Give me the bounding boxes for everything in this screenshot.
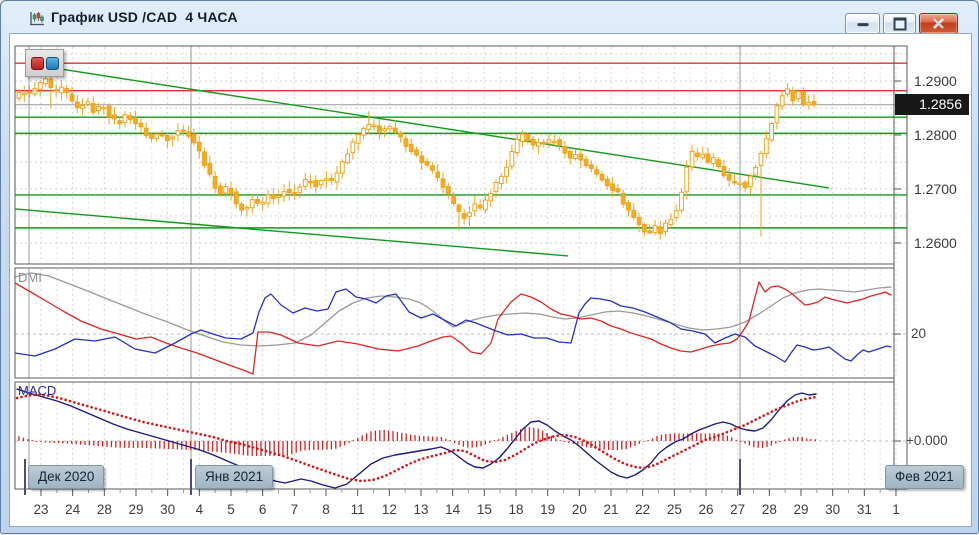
close-button[interactable]: [919, 13, 958, 34]
minimize-button[interactable]: [845, 13, 880, 34]
chart-window: График USD /CAD 4 ЧАСА DMI MACD 20 +0.00…: [0, 0, 979, 534]
candlestick-chart-icon: [28, 10, 46, 28]
minimize-icon: [857, 23, 868, 26]
chart-canvas[interactable]: [9, 33, 972, 527]
window-title: График USD /CAD 4 ЧАСА: [51, 9, 238, 25]
window-controls: [845, 13, 958, 34]
maximize-button[interactable]: [883, 13, 916, 34]
blue-marker-button[interactable]: [46, 57, 59, 70]
titlebar[interactable]: График USD /CAD 4 ЧАСА: [1, 1, 978, 33]
red-marker-button[interactable]: [31, 57, 44, 70]
close-icon: [920, 14, 957, 33]
chart-mini-toolbar: [25, 49, 64, 77]
maximize-icon: [893, 17, 906, 30]
